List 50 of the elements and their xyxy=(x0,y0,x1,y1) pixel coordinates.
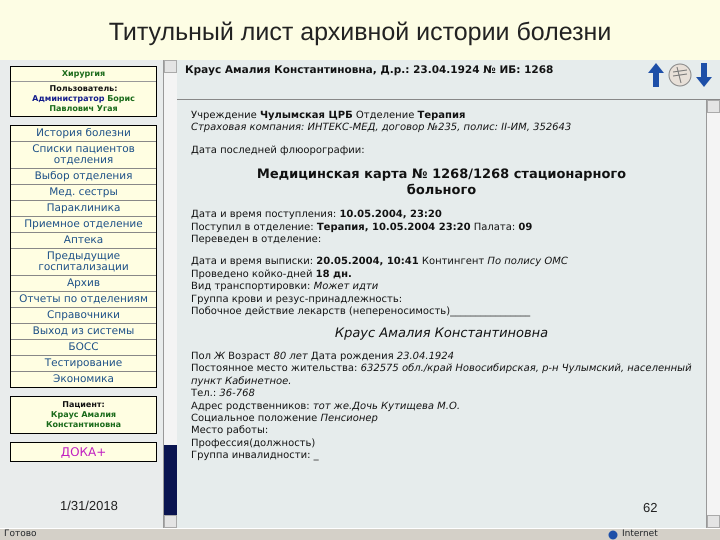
patient-panel: Пациент: Краус Амалия Константиновна xyxy=(10,396,157,434)
menu-item[interactable]: Приемное отделение xyxy=(11,217,156,233)
menu-item[interactable]: Тестирование xyxy=(11,356,156,372)
menu-item[interactable]: Мед. сестры xyxy=(11,185,156,201)
record-line: Поступил в отделение: Терапия, 10.05.2004 23:20 Палата: 09 xyxy=(191,222,534,234)
menu-item[interactable]: История болезни xyxy=(11,126,156,142)
menu-item[interactable]: Списки пациентов отделения xyxy=(11,142,156,169)
up-arrow-icon[interactable] xyxy=(648,63,664,87)
record-line: Дата и время выписки: 20.05.2004, 10:41 Контингент По полису ОМС xyxy=(191,256,569,269)
down-arrow-icon[interactable] xyxy=(696,63,712,87)
menu-item[interactable]: Экономика xyxy=(11,372,156,387)
zone-text: Internet xyxy=(622,528,658,540)
menu-item[interactable]: Аптека xyxy=(11,233,156,249)
logo: ДОКА+ xyxy=(10,442,157,462)
record-line: Вид транспортировки: Может идти xyxy=(191,281,380,294)
status-text: Готово xyxy=(4,528,38,540)
record-line: Дата и время поступления: 10.05.2004, 23:20 xyxy=(191,209,443,222)
record-line: Страховая компания: ИНТЕКС-МЕД, договор №235, полис: II-ИМ, 352643 xyxy=(191,122,572,135)
menu-item[interactable]: Выбор отделения xyxy=(11,169,156,185)
record-line: Тел.: 36-768 xyxy=(191,388,256,400)
record-line: Группа крови и резус-принадлежность: xyxy=(191,294,404,306)
card-heading: Медицинская карта № 1268/1268 стационарного больного xyxy=(256,167,628,200)
slide-title: Титульный лист архивной истории болезни xyxy=(108,17,612,48)
slide-date: 1/31/2018 xyxy=(60,497,118,515)
menu-item[interactable]: Предыдущие госпитализации xyxy=(11,249,156,276)
menu-item[interactable]: Справочники xyxy=(11,308,156,324)
record-line: Место работы: xyxy=(191,425,270,438)
department-label: Хирургия xyxy=(11,67,156,82)
patient-title: Краус Амалия Константиновна, Д.р.: 23.04.1924 № ИБ: 1268 xyxy=(185,63,554,78)
record-line: Пол Ж Возраст 80 лет Дата рождения 23.04.1924 xyxy=(191,350,456,363)
record-line: Дата последней флюорографии: xyxy=(191,144,366,158)
user-info: Пользователь: Администратор Борис Павлович Угая xyxy=(31,83,136,115)
slide-number: 62 xyxy=(643,499,658,517)
patient-name: Краус Амалия Константиновна xyxy=(334,328,550,341)
scrollbar[interactable] xyxy=(163,60,177,528)
scrollbar[interactable] xyxy=(706,100,720,528)
menu-item[interactable]: БОСС xyxy=(11,340,156,356)
record-line: Побочное действие лекарств (непереносимость)________________ xyxy=(191,306,532,318)
menu-item[interactable]: Отчеты по отделениям xyxy=(11,292,156,308)
record-line: Постоянное место жительства: 632575 обл./край Новосибирская, р-н Чулымский, населенный пункт Кабинетное. xyxy=(191,363,692,388)
record-line: Профессия(должность) xyxy=(191,438,316,450)
record-line: Группа инвалидности: _ xyxy=(191,450,320,463)
menu-item[interactable]: Архив xyxy=(11,276,156,292)
record-line: Переведен в отделение: xyxy=(191,234,322,246)
record-line: Социальное положение Пенсионер xyxy=(191,412,379,425)
record-line: Адрес родственников: тот же.Дочь Кутищева М.О. xyxy=(191,400,462,413)
menu-item[interactable]: Параклиника xyxy=(11,201,156,217)
record-line: Проведено койко-дней 18 дн. xyxy=(191,268,353,282)
menu-item[interactable]: Выход из системы xyxy=(11,324,156,340)
record-line: Учреждение Чулымская ЦРБ Отделение Терапия xyxy=(191,110,466,122)
